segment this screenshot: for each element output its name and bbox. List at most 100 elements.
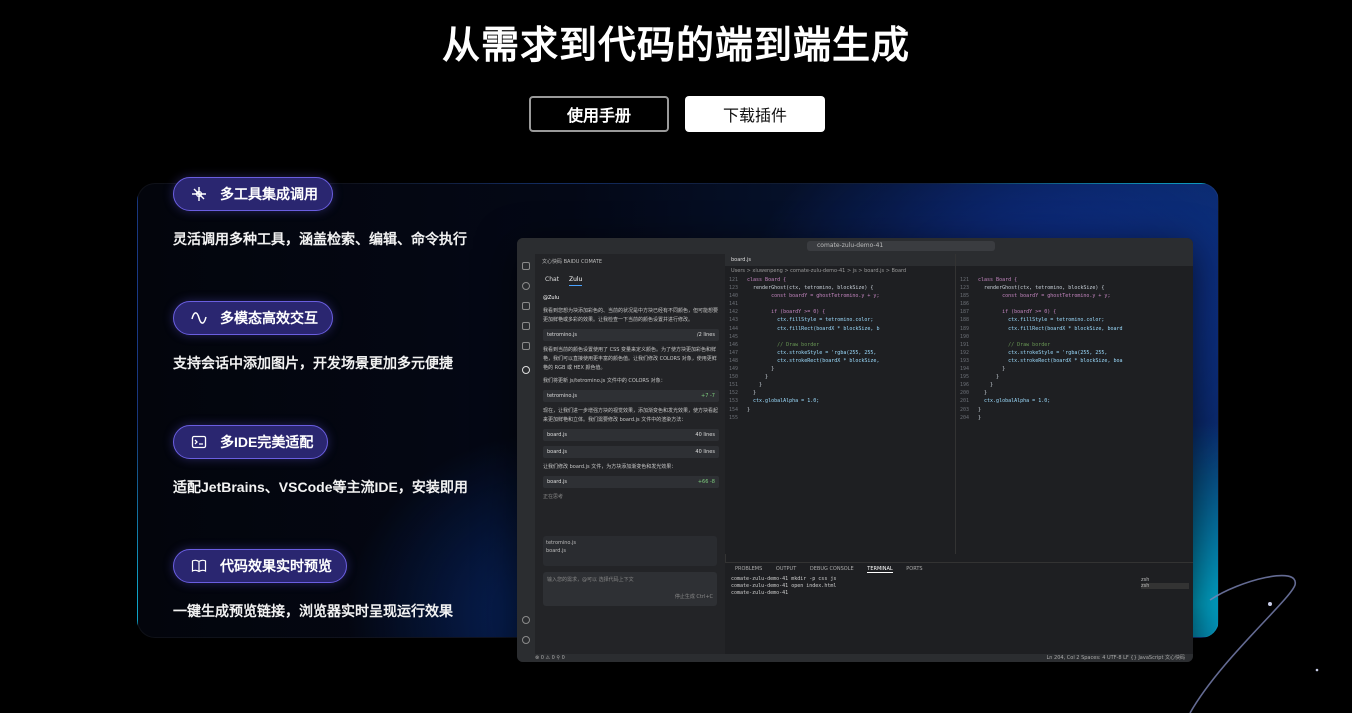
- line-text: }: [978, 406, 982, 413]
- feature-tools: 多工具集成调用 灵活调用多种工具，涵盖检索、编辑、命令执行: [173, 177, 467, 249]
- line-text: }: [978, 414, 982, 421]
- feature-multimodal-pill[interactable]: 多模态高效交互: [173, 301, 333, 335]
- line-text: if (boardY >= 0) {: [978, 309, 1057, 316]
- feature-preview: 代码效果实时预览 一键生成预览链接，浏览器实时呈现运行效果: [173, 549, 453, 621]
- context-file[interactable]: board.js: [546, 547, 714, 555]
- line-text: ctx.fillStyle = tetromino.color;: [978, 317, 1105, 324]
- ide-icon: [188, 433, 210, 451]
- chat-file-row[interactable]: board.js 40 lines: [543, 446, 719, 458]
- decorative-orbit: [1189, 574, 1319, 713]
- line-number: 123: [729, 285, 739, 292]
- feature-ide-pill[interactable]: 多IDE完美适配: [173, 425, 329, 459]
- source-control-icon[interactable]: [522, 302, 530, 310]
- account-icon[interactable]: [522, 616, 530, 624]
- comate-icon[interactable]: [522, 366, 530, 374]
- chat-status: 正在思考: [543, 494, 564, 500]
- chat-file-row[interactable]: board.js +66 -8: [543, 476, 719, 488]
- chat-file-row[interactable]: board.js 40 lines: [543, 429, 719, 441]
- editor-right: 121 class Board {123 renderGhost(ctx, tet…: [955, 254, 1193, 554]
- tab-zulu[interactable]: Zulu: [568, 276, 583, 286]
- feature-ide-title: 多IDE完美适配: [220, 434, 314, 450]
- editor-tab[interactable]: board.js: [725, 254, 955, 266]
- ide-window: comate-zulu-demo-41 文心快码 BAIDU COMATE Ch…: [517, 238, 1193, 662]
- terminal-line: comate-zulu-demo-41 open index.html: [731, 583, 837, 589]
- line-text: class Board {: [978, 277, 1018, 283]
- line-text: ctx.strokeStyle = 'rgba(255, 255,: [978, 349, 1108, 356]
- tab-problems[interactable]: PROBLEMS: [735, 566, 762, 572]
- code-view-right[interactable]: 121 class Board {123 renderGhost(ctx, tet…: [956, 276, 1193, 422]
- code-line: 204}: [960, 414, 1193, 422]
- tab-chat[interactable]: Chat: [545, 276, 559, 283]
- line-number: 154: [729, 406, 739, 413]
- status-bar: ⊗ 0 ⚠ 0 ⚲ 0 Ln 204, Col 2 Spaces: 4 UTF-…: [517, 654, 1193, 662]
- ide-search-input[interactable]: comate-zulu-demo-41: [807, 241, 995, 251]
- code-line: 203}: [960, 406, 1193, 414]
- line-number: 141: [729, 301, 739, 308]
- line-text: // Draw border: [978, 341, 1051, 348]
- line-number: 155: [729, 414, 739, 421]
- line-text: ctx.strokeRect(boardX * blockSize, boa: [978, 357, 1123, 364]
- feature-tools-pill[interactable]: 多工具集成调用: [173, 177, 333, 211]
- code-line: 123 renderGhost(ctx, tetromino, blockSiz…: [960, 284, 1193, 292]
- chat-message: 让我们修改 board.js 文件，为方块添加渐变色和发光效果：: [543, 464, 677, 470]
- search-icon[interactable]: [522, 282, 530, 290]
- feature-preview-desc: 一键生成预览链接，浏览器实时呈现运行效果: [173, 603, 453, 619]
- line-number: 186: [960, 301, 970, 308]
- line-text: const boardY = ghostTetromino.y + y;: [978, 293, 1111, 300]
- feature-preview-pill[interactable]: 代码效果实时预览: [173, 549, 347, 583]
- chat-input[interactable]: 输入您的需求，@可以 选择代码上下文 停止生成 Ctrl+C: [543, 572, 717, 606]
- code-line: 140 const boardY = ghostTetromino.y + y;: [729, 292, 955, 300]
- code-line: 154}: [729, 406, 955, 414]
- line-number: 145: [729, 333, 739, 340]
- code-line: 195 }: [960, 373, 1193, 381]
- line-text: }: [747, 390, 757, 397]
- line-number: 123: [960, 285, 970, 292]
- line-number: 150: [729, 374, 739, 381]
- activity-bar: [517, 254, 535, 654]
- book-icon: [188, 557, 210, 575]
- terminal-line: comate-zulu-demo-41: [731, 590, 789, 596]
- status-left[interactable]: ⊗ 0 ⚠ 0 ⚲ 0: [517, 655, 565, 661]
- file-name: tetromino.js: [547, 393, 577, 399]
- chat-file-row[interactable]: tetromino.js/2 lines: [543, 329, 719, 341]
- terminal-panel: PROBLEMS OUTPUT DEBUG CONSOLE TERMINAL P…: [725, 562, 1193, 655]
- tab-output[interactable]: OUTPUT: [776, 566, 796, 572]
- line-text: }: [978, 374, 1000, 381]
- code-line: 141: [729, 300, 955, 308]
- code-view-left[interactable]: 121 class Board {123 renderGhost(ctx, tet…: [725, 276, 955, 422]
- code-line: 155: [729, 414, 955, 422]
- download-button[interactable]: 下载插件: [685, 96, 825, 132]
- tab-ports[interactable]: PORTS: [906, 566, 922, 572]
- stop-generate-button[interactable]: 停止生成 Ctrl+C: [547, 593, 713, 600]
- code-line: 190: [960, 333, 1193, 341]
- file-meta: /2 lines: [696, 332, 715, 338]
- chat-tabs: Chat Zulu: [535, 270, 725, 286]
- line-text: ctx.fillRect(boardX * blockSize, board: [978, 325, 1123, 332]
- code-line: 188 ctx.fillStyle = tetromino.color;: [960, 316, 1193, 324]
- line-text: ctx.strokeRect(boardX * blockSize,: [747, 357, 880, 364]
- panel-tabs: PROBLEMS OUTPUT DEBUG CONSOLE TERMINAL P…: [725, 563, 1193, 576]
- line-number: 196: [960, 382, 970, 389]
- chat-file-row[interactable]: tetromino.js +7 -7: [543, 390, 719, 402]
- explorer-icon[interactable]: [522, 262, 530, 270]
- code-line: 200 }: [960, 389, 1193, 397]
- line-number: 144: [729, 325, 739, 332]
- extensions-icon[interactable]: [522, 342, 530, 350]
- line-number: 201: [960, 398, 970, 405]
- chat-message: 我看到您想为块添加彩色的、当前的状况是中方块已经有不同颜色，但可能想要更加鲜艳或…: [543, 308, 719, 323]
- code-line: 148 ctx.strokeRect(boardX * blockSize,: [729, 357, 955, 365]
- manual-button[interactable]: 使用手册: [529, 96, 669, 132]
- tab-terminal[interactable]: TERMINAL: [867, 566, 893, 573]
- tab-debug-console[interactable]: DEBUG CONSOLE: [810, 566, 854, 572]
- terminal-output[interactable]: comate-zulu-demo-41 mkdir -p css js coma…: [725, 576, 1193, 597]
- line-text: class Board {: [747, 277, 787, 283]
- chat-message: 我看到当前的颜色设置使用了 CSS 变量来定义颜色。为了使方块更加彩色和鲜艳，我…: [543, 347, 717, 371]
- feature-multimodal-title: 多模态高效交互: [220, 310, 318, 326]
- line-text: // Draw border: [747, 341, 820, 348]
- code-line: 143 ctx.fillStyle = tetromino.color;: [729, 316, 955, 324]
- line-number: 194: [960, 366, 970, 373]
- run-debug-icon[interactable]: [522, 322, 530, 330]
- chat-message: 现在，让我们进一步增强方块的视觉效果，添加渐变色和发光效果，使方块看起来更加鲜艳…: [543, 408, 719, 423]
- settings-gear-icon[interactable]: [522, 636, 530, 644]
- context-file[interactable]: tetromino.js: [546, 539, 714, 547]
